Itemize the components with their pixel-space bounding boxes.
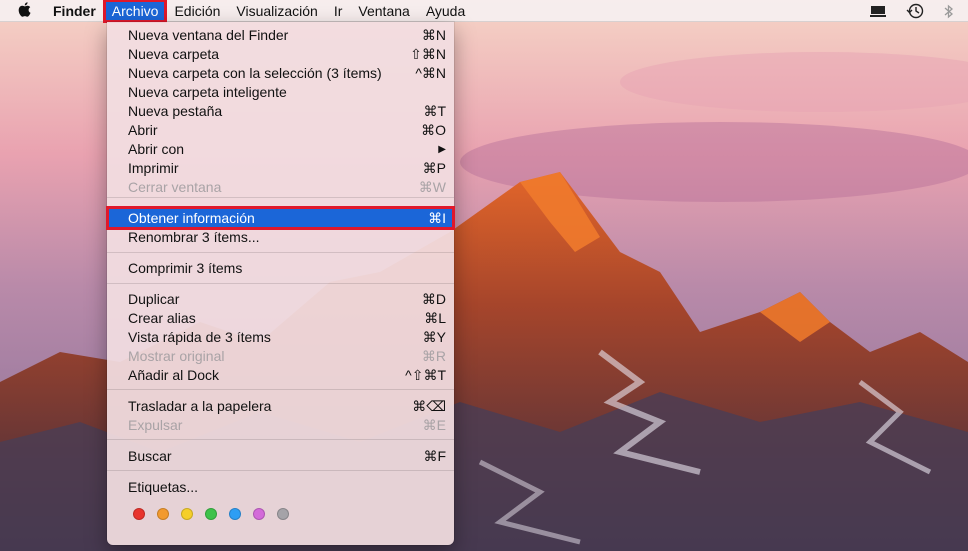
- menu-item-label: Abrir: [128, 122, 158, 138]
- menu-item-label: Nueva carpeta con la selección (3 ítems): [128, 65, 382, 81]
- menu-item-shortcut: ⌘I: [428, 210, 446, 226]
- menu-item-new-finder-window[interactable]: Nueva ventana del Finder ⌘N: [107, 26, 454, 45]
- archivo-menu: Nueva ventana del Finder ⌘N Nueva carpeta ⇧…: [106, 22, 455, 545]
- menu-item-new-folder-with-selection[interactable]: Nueva carpeta con la selección (3 ítems)…: [107, 64, 454, 83]
- menubar-archivo[interactable]: Archivo: [102, 0, 168, 23]
- menubar-finder[interactable]: Finder: [45, 0, 104, 22]
- menu-item-label: Duplicar: [128, 291, 180, 307]
- menu-item-label: Crear alias: [128, 310, 196, 326]
- menu-separator: [107, 283, 454, 284]
- menu-item-open-with[interactable]: Abrir con ▶: [107, 140, 454, 159]
- menu-separator: [107, 252, 454, 253]
- tag-purple-dot[interactable]: [253, 508, 265, 520]
- menubar-ir[interactable]: Ir: [326, 0, 351, 22]
- menu-item-label: Expulsar: [128, 417, 183, 433]
- tag-red-dot[interactable]: [133, 508, 145, 520]
- menubar-ventana[interactable]: Ventana: [350, 0, 417, 22]
- menu-item-label: Trasladar a la papelera: [128, 398, 272, 414]
- menu-item-new-folder[interactable]: Nueva carpeta ⇧⌘N: [107, 45, 454, 64]
- menu-item-label: Nueva ventana del Finder: [128, 27, 289, 43]
- menu-item-shortcut: ⌘T: [423, 103, 446, 119]
- menu-item-close-window[interactable]: Cerrar ventana ⌘W: [107, 178, 454, 197]
- time-machine-icon[interactable]: [906, 3, 924, 19]
- bluetooth-icon[interactable]: [944, 4, 954, 19]
- menu-bar: Finder Archivo Edición Visualización Ir …: [0, 0, 968, 23]
- menu-item-label: Obtener información: [128, 210, 255, 226]
- menu-item-shortcut: ⌘W: [418, 179, 446, 195]
- menu-item-shortcut: ⌘N: [421, 27, 446, 43]
- menubar-visualizacion[interactable]: Visualización: [228, 0, 325, 22]
- menu-item-quick-look[interactable]: Vista rápida de 3 ítems ⌘Y: [107, 328, 454, 347]
- menu-item-shortcut: ⌘P: [422, 160, 446, 176]
- tag-orange-dot[interactable]: [157, 508, 169, 520]
- menu-separator: [107, 197, 454, 198]
- menu-item-label: Renombrar 3 ítems...: [128, 229, 260, 245]
- menu-item-add-to-dock[interactable]: Añadir al Dock ^⇧⌘T: [107, 366, 454, 385]
- menu-item-label: Cerrar ventana: [128, 179, 222, 195]
- apple-icon: [18, 1, 31, 17]
- menu-item-print[interactable]: Imprimir ⌘P: [107, 159, 454, 178]
- menu-separator: [107, 439, 454, 440]
- menu-item-shortcut: ⌘E: [422, 417, 446, 433]
- menu-item-shortcut: ⌘Y: [422, 329, 446, 345]
- menu-item-label: Mostrar original: [128, 348, 225, 364]
- menu-item-eject[interactable]: Expulsar ⌘E: [107, 416, 454, 435]
- menu-item-label: Comprimir 3 ítems: [128, 260, 243, 276]
- menubar-status-area: [870, 0, 954, 22]
- menu-item-shortcut: ⌘⌫: [412, 398, 446, 414]
- menu-item-label: Nueva carpeta inteligente: [128, 84, 287, 100]
- menu-item-duplicate[interactable]: Duplicar ⌘D: [107, 290, 454, 309]
- menu-item-shortcut: ⌘R: [421, 348, 446, 364]
- menu-item-rename-items[interactable]: Renombrar 3 ítems...: [107, 228, 454, 247]
- menu-item-shortcut: ⌘L: [424, 310, 446, 326]
- menu-item-shortcut: ⌘O: [421, 122, 446, 138]
- menubar-edicion[interactable]: Edición: [166, 0, 228, 22]
- menu-item-label: Nueva carpeta: [128, 46, 220, 62]
- menu-item-label: Etiquetas...: [128, 479, 199, 495]
- menu-item-find[interactable]: Buscar ⌘F: [107, 447, 454, 466]
- menu-item-shortcut: ^⇧⌘T: [405, 367, 446, 383]
- menu-item-label: Imprimir: [128, 160, 179, 176]
- menu-item-show-original[interactable]: Mostrar original ⌘R: [107, 347, 454, 366]
- menu-item-tags[interactable]: Etiquetas...: [107, 478, 454, 497]
- menu-separator: [107, 470, 454, 471]
- menu-item-shortcut: ^⌘N: [415, 65, 446, 81]
- menu-item-compress-items[interactable]: Comprimir 3 ítems: [107, 259, 454, 278]
- tag-gray-dot[interactable]: [277, 508, 289, 520]
- menu-item-label: Añadir al Dock: [128, 367, 220, 383]
- menu-item-label: Vista rápida de 3 ítems: [128, 329, 271, 345]
- menu-item-shortcut: ▶: [438, 144, 446, 155]
- menu-item-shortcut: ⌘D: [421, 291, 446, 307]
- tag-blue-dot[interactable]: [229, 508, 241, 520]
- menu-item-open[interactable]: Abrir ⌘O: [107, 121, 454, 140]
- menu-item-new-smart-folder[interactable]: Nueva carpeta inteligente: [107, 83, 454, 102]
- menu-item-make-alias[interactable]: Crear alias ⌘L: [107, 309, 454, 328]
- menu-item-get-info[interactable]: Obtener información ⌘I: [106, 206, 455, 230]
- menu-item-move-to-trash[interactable]: Trasladar a la papelera ⌘⌫: [107, 397, 454, 416]
- apple-menu[interactable]: [0, 0, 45, 22]
- menu-item-label: Buscar: [128, 448, 172, 464]
- menu-item-label: Nueva pestaña: [128, 103, 223, 119]
- menu-item-label: Abrir con: [128, 141, 185, 157]
- menubar-ayuda[interactable]: Ayuda: [418, 0, 473, 22]
- tag-yellow-dot[interactable]: [181, 508, 193, 520]
- display-icon[interactable]: [870, 5, 886, 17]
- menu-separator: [107, 389, 454, 390]
- menu-item-shortcut: ⇧⌘N: [410, 46, 446, 62]
- tag-green-dot[interactable]: [205, 508, 217, 520]
- menu-item-shortcut: ⌘F: [423, 448, 446, 464]
- menu-item-new-tab[interactable]: Nueva pestaña ⌘T: [107, 102, 454, 121]
